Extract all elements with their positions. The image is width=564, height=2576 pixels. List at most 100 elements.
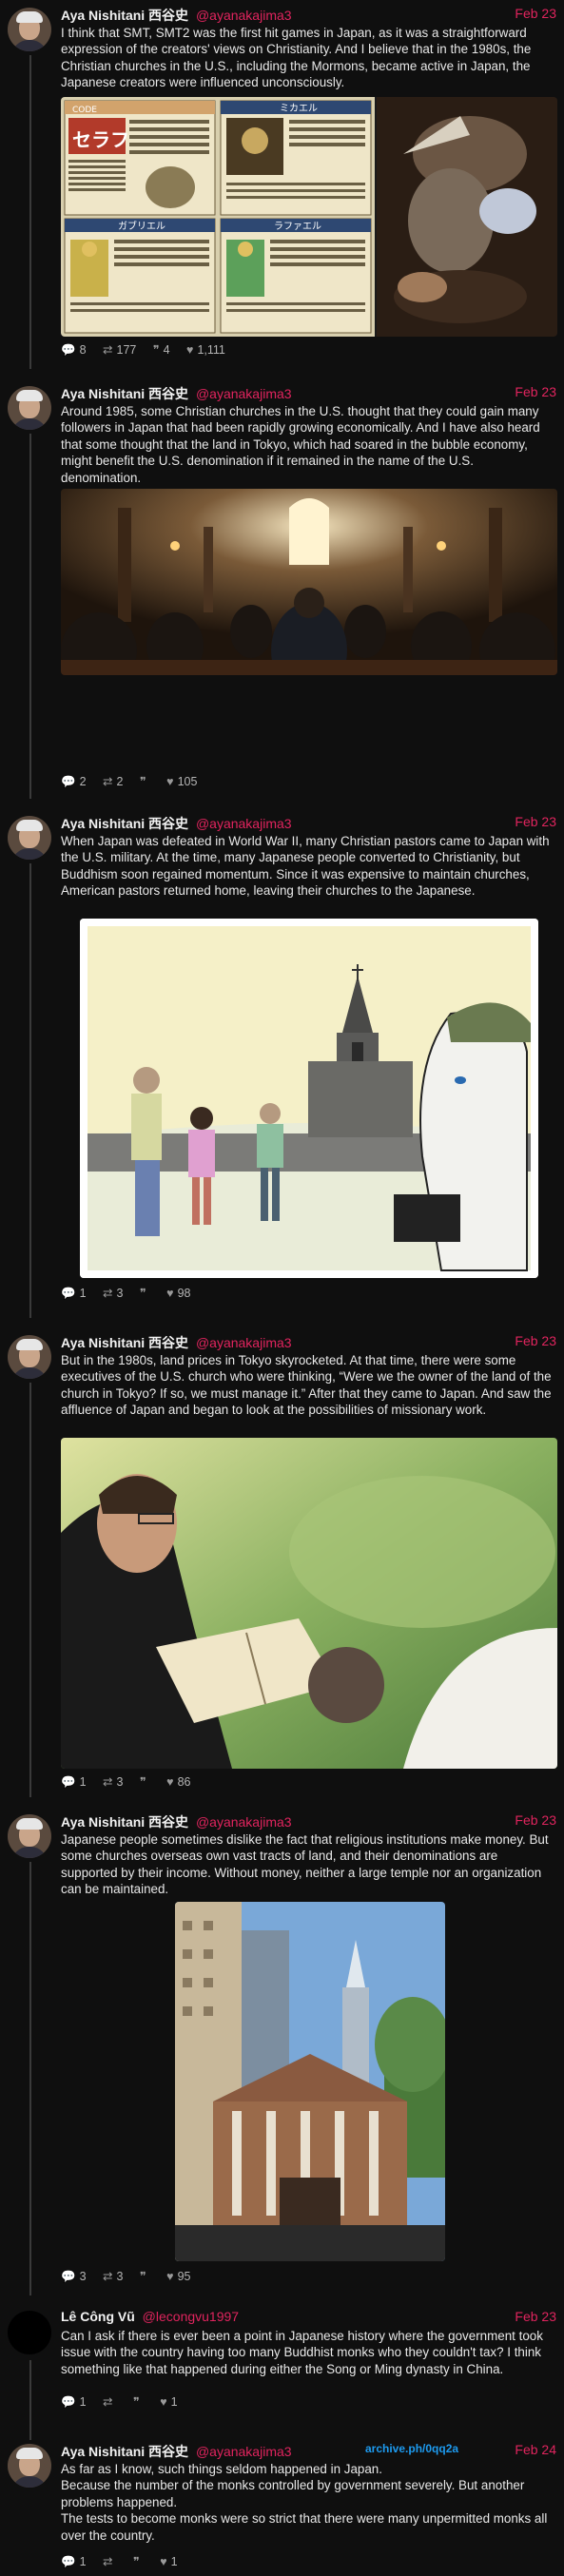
author-name[interactable]: Aya Nishitani 西谷史 [61, 1335, 188, 1350]
author-handle[interactable]: @ayanakajima3 [196, 1814, 292, 1830]
reply-button[interactable]: 💬 1 [61, 2555, 87, 2569]
retweet-button[interactable]: ⇄ 3 [103, 2269, 123, 2283]
tweet-text: As far as I know, such things seldom hap… [61, 2461, 556, 2544]
tweet[interactable]: Aya Nishitani 西谷史 @ayanakajima3 Feb 23 B… [0, 1329, 564, 1795]
like-button[interactable]: ♥ 98 [166, 1287, 190, 1300]
quote-button[interactable]: ❞ 4 [153, 342, 170, 357]
tweet-text: Japanese people sometimes dislike the fa… [61, 1832, 549, 1897]
quote-button[interactable]: ❞ [140, 774, 150, 788]
reply-button[interactable]: 💬 2 [61, 775, 87, 789]
like-button[interactable]: ♥ 86 [166, 1775, 190, 1789]
author-handle[interactable]: @ayanakajima3 [196, 816, 292, 831]
tweet-date[interactable]: Feb 23 [515, 814, 556, 829]
author-name[interactable]: Aya Nishitani 西谷史 [61, 816, 188, 831]
postwar-illustration-image [80, 919, 538, 1278]
reply-icon: 💬 [61, 775, 76, 788]
tweet[interactable]: Aya Nishitani 西谷史 @ayanakajima3 Feb 23 W… [0, 810, 564, 1314]
heart-icon: ♥ [166, 1287, 174, 1300]
quote-button[interactable]: ❞ [133, 2394, 144, 2409]
tweet-date[interactable]: Feb 23 [515, 6, 556, 21]
tweet-header: Aya Nishitani 西谷史 @ayanakajima3 Feb 23 [61, 384, 556, 401]
avatar[interactable] [8, 1814, 51, 1858]
like-button[interactable]: ♥ 1 [160, 2395, 177, 2409]
retweet-button[interactable]: ⇄ 2 [103, 774, 123, 788]
tweet[interactable]: Aya Nishitani 西谷史 @ayanakajima3 Feb 23 J… [0, 1809, 564, 2284]
tweet-text: Around 1985, some Christian churches in … [61, 404, 540, 485]
author-name[interactable]: Aya Nishitani 西谷史 [61, 8, 188, 23]
tweet-date[interactable]: Feb 23 [515, 1333, 556, 1348]
quote-button[interactable]: ❞ [140, 1286, 150, 1300]
retweet-icon: ⇄ [103, 343, 113, 357]
tweet-stats: 💬 1 ⇄ ❞ ♥ 1 [61, 2554, 191, 2569]
avatar[interactable] [8, 2444, 51, 2488]
avatar[interactable] [8, 8, 51, 51]
author-handle[interactable]: @lecongvu1997 [143, 2309, 239, 2324]
tweet-text: I think that SMT, SMT2 was the first hit… [61, 26, 532, 90]
author-handle[interactable]: @ayanakajima3 [196, 2444, 292, 2459]
like-button[interactable]: ♥ 105 [166, 775, 197, 788]
author-handle[interactable]: @ayanakajima3 [196, 386, 292, 401]
card-title-1: セラフ [72, 128, 129, 151]
archive-link[interactable]: archive.ph/0qq2a [365, 2442, 458, 2455]
tweet[interactable]: Aya Nishitani 西谷史 @ayanakajima3 Feb 23 I… [0, 2, 564, 368]
tweet-header: Aya Nishitani 西谷史 @ayanakajima3 Feb 23 [61, 814, 556, 831]
avatar[interactable] [8, 2311, 51, 2354]
card-title-2: ミカエル [280, 103, 318, 114]
like-button[interactable]: ♥ 1 [160, 2555, 177, 2568]
tweet[interactable]: Lê Công Vũ @lecongvu1997 Feb 23 Can I as… [0, 2305, 564, 2410]
author-handle[interactable]: @ayanakajima3 [196, 8, 292, 23]
quote-button[interactable]: ❞ [140, 2269, 150, 2283]
quote-icon: ❞ [132, 2395, 140, 2409]
author-name[interactable]: Lê Công Vũ [61, 2309, 135, 2324]
heart-icon: ♥ [166, 775, 174, 788]
author-name[interactable]: Aya Nishitani 西谷史 [61, 1814, 188, 1830]
author-name[interactable]: Aya Nishitani 西谷史 [61, 2444, 188, 2459]
tweet-media[interactable]: セラフ CODE ミカエル ガブリエル ラファエル [61, 97, 557, 337]
tweet-stats: 💬 8 ⇄ 177 ❞ 4 ♥ 1,111 [61, 342, 239, 358]
reply-icon: 💬 [61, 1287, 76, 1300]
tweet-media[interactable] [61, 1438, 557, 1769]
quote-button[interactable]: ❞ [140, 1774, 150, 1789]
heart-icon: ♥ [160, 2395, 167, 2409]
reply-button[interactable]: 💬 1 [61, 1287, 87, 1301]
retweet-button[interactable]: ⇄ [103, 2554, 116, 2568]
tweet-date[interactable]: Feb 24 [515, 2442, 556, 2457]
like-button[interactable]: ♥ 1,111 [186, 343, 225, 357]
author-handle[interactable]: @ayanakajima3 [196, 1335, 292, 1350]
avatar[interactable] [8, 386, 51, 430]
tweet-stats: 💬 3 ⇄ 3 ❞ ♥ 95 [61, 2269, 204, 2284]
avatar[interactable] [8, 1335, 51, 1379]
tweet[interactable]: Aya Nishitani 西谷史 @ayanakajima3 archive.… [0, 2438, 564, 2571]
heart-icon: ♥ [186, 343, 194, 357]
reply-icon: 💬 [61, 2270, 76, 2283]
tweet-date[interactable]: Feb 23 [515, 384, 556, 399]
tweet-text-line: As far as I know, such things seldom hap… [61, 2462, 382, 2476]
retweet-icon: ⇄ [103, 2395, 113, 2409]
quote-icon: ❞ [152, 343, 160, 357]
retweet-button[interactable]: ⇄ 177 [103, 342, 136, 357]
quote-button[interactable]: ❞ [133, 2554, 144, 2568]
tweet-media[interactable] [61, 489, 557, 675]
tweet-media[interactable] [80, 919, 538, 1278]
reply-icon: 💬 [61, 343, 76, 357]
tweet-stats: 💬 1 ⇄ 3 ❞ ♥ 86 [61, 1774, 204, 1790]
reply-button[interactable]: 💬 3 [61, 2270, 87, 2284]
reply-icon: 💬 [61, 2555, 76, 2568]
reply-button[interactable]: 💬 1 [61, 2395, 87, 2410]
tweet-text-line: Because the number of the monks controll… [61, 2478, 525, 2509]
like-button[interactable]: ♥ 95 [166, 2270, 190, 2283]
tweet-date[interactable]: Feb 23 [515, 1812, 556, 1828]
retweet-button[interactable]: ⇄ 3 [103, 1774, 123, 1789]
quote-icon: ❞ [132, 2555, 140, 2568]
tweet-date[interactable]: Feb 23 [515, 2309, 556, 2324]
reply-icon: 💬 [61, 2395, 76, 2409]
avatar[interactable] [8, 816, 51, 860]
tweet[interactable]: Aya Nishitani 西谷史 @ayanakajima3 Feb 23 A… [0, 380, 564, 799]
retweet-button[interactable]: ⇄ 3 [103, 1286, 123, 1300]
tweet-media[interactable] [175, 1902, 445, 2261]
retweet-icon: ⇄ [103, 1775, 113, 1789]
reply-button[interactable]: 💬 1 [61, 1775, 87, 1790]
retweet-button[interactable]: ⇄ [103, 2394, 116, 2409]
author-name[interactable]: Aya Nishitani 西谷史 [61, 386, 188, 401]
reply-button[interactable]: 💬 8 [61, 343, 87, 358]
